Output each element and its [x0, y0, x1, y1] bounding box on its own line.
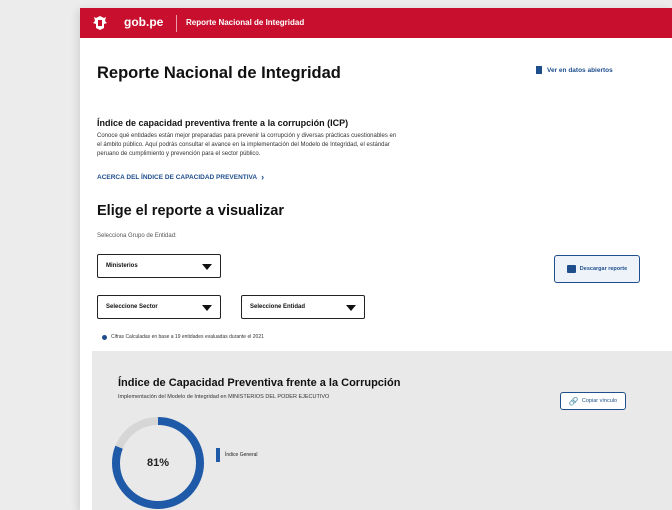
chart-legend: Índice General [216, 448, 258, 462]
report-heading: Elige el reporte a visualizar [97, 203, 284, 219]
info-note: Cifras Calculadas en base a 19 entidades… [102, 334, 264, 340]
legend-swatch [216, 448, 220, 462]
group-select-value: Ministerios [106, 263, 138, 269]
caret-down-icon [202, 305, 212, 311]
index-donut-chart: 81% [112, 417, 204, 509]
summary-subtitle: Implementación del Modelo de Integridad … [118, 394, 330, 400]
info-icon [102, 334, 107, 340]
group-select[interactable]: Ministerios [97, 254, 221, 278]
legend-label: Índice General [225, 452, 258, 458]
summary-title: Índice de Capacidad Preventiva frente a … [118, 377, 401, 389]
info-note-text: Cifras Calculadas en base a 19 entidades… [111, 334, 264, 340]
icp-description: Conoce qué entidades están mejor prepara… [97, 133, 397, 157]
open-data-label: Ver en datos abiertos [547, 66, 613, 74]
brand-link[interactable]: gob.pe [124, 15, 163, 29]
chevron-right-icon: › [261, 172, 265, 182]
site-title-link[interactable]: Reporte Nacional de Integridad [186, 18, 304, 27]
copy-link-label: Copiar vínculo [581, 398, 618, 404]
caret-down-icon [346, 305, 356, 311]
about-index-link[interactable]: ACERCA DEL ÍNDICE DE CAPACIDAD PREVENTIV… [97, 172, 264, 182]
coat-of-arms-icon[interactable] [90, 14, 110, 32]
entity-select-value: Seleccione Entidad [250, 304, 306, 310]
open-data-link[interactable]: Ver en datos abiertos [536, 66, 613, 74]
header-divider [176, 15, 177, 32]
icp-heading: Índice de capacidad preventiva frente a … [97, 118, 349, 128]
group-label: Selecciona Grupo de Entidad: [97, 233, 177, 239]
download-label: Descargar reporte [579, 266, 628, 272]
page-title: Reporte Nacional de Integridad [97, 64, 341, 82]
document-icon [536, 66, 542, 74]
copy-link-button[interactable]: 🔗 Copiar vínculo [560, 392, 626, 410]
about-index-label: ACERCA DEL ÍNDICE DE CAPACIDAD PREVENTIV… [97, 173, 258, 181]
top-bar: gob.pe Reporte Nacional de Integridad [80, 8, 672, 38]
link-icon: 🔗 [568, 396, 579, 406]
caret-down-icon [202, 264, 212, 270]
sector-select-value: Seleccione Sector [106, 304, 158, 310]
download-icon [566, 265, 576, 273]
donut-value-label: 81% [147, 457, 169, 469]
page: gob.pe Reporte Nacional de Integridad Re… [80, 8, 672, 510]
download-report-button[interactable]: Descargar reporte [554, 255, 640, 283]
sector-select[interactable]: Seleccione Sector [97, 295, 221, 319]
entity-select[interactable]: Seleccione Entidad [241, 295, 365, 319]
